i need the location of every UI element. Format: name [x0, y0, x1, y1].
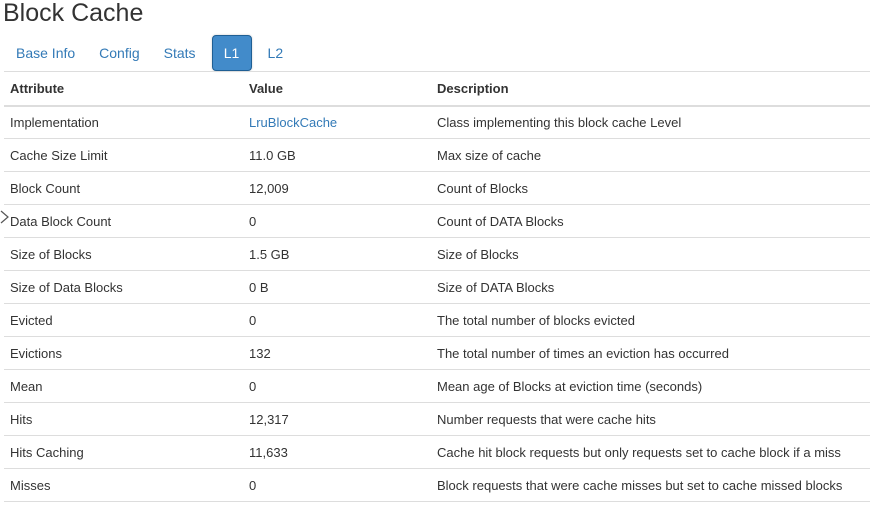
- row-value: 1.5 GB: [243, 237, 431, 271]
- row-value: 12,317: [243, 402, 431, 436]
- row-description: Max size of cache: [431, 138, 870, 172]
- row-attribute: Data Block Count: [4, 204, 243, 238]
- row-value: 0: [243, 369, 431, 403]
- row-attribute: Hits Caching: [4, 435, 243, 469]
- tab-l1[interactable]: L1: [211, 35, 252, 71]
- table-row: Size of Blocks 1.5 GB Size of Blocks: [4, 237, 870, 271]
- table-row: Data Block Count 0 Count of DATA Blocks: [4, 204, 870, 238]
- table-row: Evicted 0 The total number of blocks evi…: [4, 303, 870, 337]
- row-description: Class implementing this block cache Leve…: [437, 114, 682, 130]
- table-row: Hits 12,317 Number requests that were ca…: [4, 402, 870, 436]
- row-description: Count of Blocks: [431, 171, 870, 205]
- row-value: 0 B: [243, 270, 431, 304]
- row-value: 0: [243, 303, 431, 337]
- row-attribute: Hits: [4, 402, 243, 436]
- row-value: 11.0 GB: [243, 138, 431, 172]
- tab-base-info[interactable]: Base Info: [4, 35, 87, 71]
- row-attribute: Cache Size Limit: [4, 138, 243, 172]
- row-attribute: Evicted: [4, 303, 243, 337]
- row-description: Number requests that were cache hits: [431, 402, 870, 436]
- table-row: Size of Data Blocks 0 B Size of DATA Blo…: [4, 270, 870, 304]
- table-header-row: Attribute Value Description: [4, 71, 870, 107]
- header-description: Description: [431, 71, 870, 107]
- row-description: Block requests that were cache misses bu…: [431, 468, 870, 502]
- row-attribute: Evictions: [4, 336, 243, 370]
- row-attribute: Mean: [4, 369, 243, 403]
- row-attribute: Misses: [4, 468, 243, 502]
- row-description: The total number of times an eviction ha…: [431, 336, 870, 370]
- row-value: 12,009: [243, 171, 431, 205]
- row-value: 0: [243, 204, 431, 238]
- row-value-link[interactable]: LruBlockCache: [243, 106, 431, 139]
- l1-attributes-table: Attribute Value Description Implementati…: [4, 71, 870, 502]
- block-cache-page: Block Cache Base Info Config Stats L1 L2…: [0, 0, 870, 505]
- table-row: Implementation LruBlockCache Class imple…: [4, 106, 870, 139]
- table-row: Cache Size Limit 11.0 GB Max size of cac…: [4, 138, 870, 172]
- mouse-pointer-icon: [0, 210, 9, 224]
- table-row: Evictions 132 The total number of times …: [4, 336, 870, 370]
- row-description: Mean age of Blocks at eviction time (sec…: [431, 369, 870, 403]
- row-value: 132: [243, 336, 431, 370]
- table-row: Misses 0 Block requests that were cache …: [4, 468, 870, 502]
- row-description: Size of Blocks: [431, 237, 870, 271]
- row-description: Cache hit block requests but only reques…: [431, 435, 870, 469]
- row-attribute: Block Count: [4, 171, 243, 205]
- row-description: The total number of blocks evicted: [431, 303, 870, 337]
- header-attribute: Attribute: [4, 71, 243, 107]
- tab-l2[interactable]: L2: [256, 35, 296, 71]
- table-row: Block Count 12,009 Count of Blocks: [4, 171, 870, 205]
- tab-config[interactable]: Config: [87, 35, 151, 71]
- row-description: Count of DATA Blocks: [431, 204, 870, 238]
- row-attribute: Size of Data Blocks: [4, 270, 243, 304]
- header-value: Value: [243, 71, 431, 107]
- tab-stats[interactable]: Stats: [152, 35, 208, 71]
- page-title: Block Cache: [3, 0, 144, 27]
- table-row: Hits Caching 11,633 Cache hit block requ…: [4, 435, 870, 469]
- row-attribute: Size of Blocks: [4, 237, 243, 271]
- row-value: 0: [243, 468, 431, 502]
- block-cache-tabs: Base Info Config Stats L1 L2: [4, 35, 295, 71]
- row-attribute: Implementation: [10, 114, 99, 130]
- row-description: Size of DATA Blocks: [431, 270, 870, 304]
- row-value: 11,633: [243, 435, 431, 469]
- table-row: Mean 0 Mean age of Blocks at eviction ti…: [4, 369, 870, 403]
